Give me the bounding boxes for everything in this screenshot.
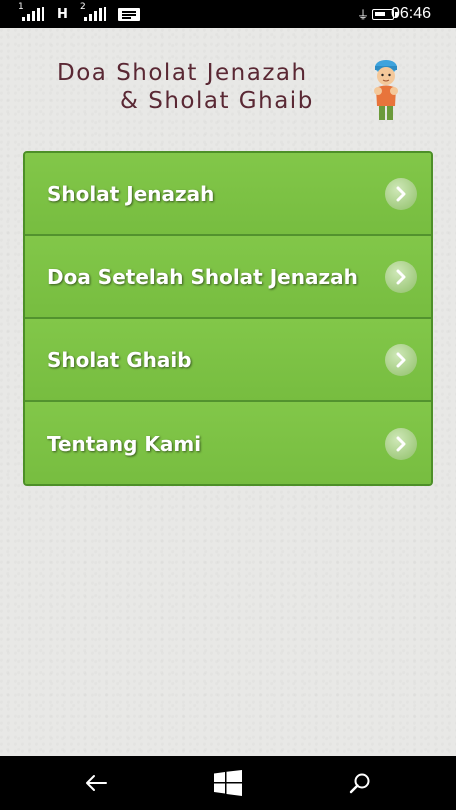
chevron-right-icon xyxy=(385,343,417,376)
menu-item-label: Tentang Kami xyxy=(47,431,202,456)
battery-charging-icon: ⏚ xyxy=(357,0,399,28)
sim2-label: 2 xyxy=(80,2,86,12)
network-type-label: H xyxy=(57,6,68,22)
signal-icon: 2 xyxy=(80,0,106,28)
menu-item-tentang-kami[interactable]: Tentang Kami xyxy=(25,402,431,484)
menu-item-label: Doa Setelah Sholat Jenazah xyxy=(47,264,358,289)
network-type: H xyxy=(57,0,68,28)
menu-item-sholat-jenazah[interactable]: Sholat Jenazah xyxy=(25,153,431,236)
menu-item-label: Sholat Ghaib xyxy=(47,347,192,372)
sim1-label: 1 xyxy=(18,2,24,12)
app-title-line1: Doa Sholat Jenazah xyxy=(57,60,308,86)
app-header: Doa Sholat Jenazah & Sholat Ghaib xyxy=(0,28,456,138)
message-icon xyxy=(118,0,140,28)
windows-start-icon xyxy=(214,770,242,796)
mascot-praying-boy-icon xyxy=(374,60,398,120)
clock: 06:46 xyxy=(391,0,431,28)
menu-item-doa-setelah-sholat-jenazah[interactable]: Doa Setelah Sholat Jenazah xyxy=(25,236,431,319)
chevron-right-icon xyxy=(385,177,417,210)
start-button[interactable] xyxy=(198,756,258,810)
menu-item-sholat-ghaib[interactable]: Sholat Ghaib xyxy=(25,319,431,402)
app-title-line2: & Sholat Ghaib xyxy=(120,88,314,114)
search-button[interactable] xyxy=(330,756,390,810)
menu-item-label: Sholat Jenazah xyxy=(47,181,215,206)
status-bar: 1 H 2 ⏚ 06:46 xyxy=(0,0,456,28)
chevron-right-icon xyxy=(385,260,417,293)
back-button[interactable] xyxy=(66,756,126,810)
back-icon xyxy=(86,775,107,791)
system-nav-bar xyxy=(0,756,456,810)
signal-icon: 1 xyxy=(18,0,44,28)
search-icon xyxy=(349,773,370,794)
app-content: Doa Sholat Jenazah & Sholat Ghaib Sholat… xyxy=(0,28,456,756)
main-menu: Sholat Jenazah Doa Setelah Sholat Jenaza… xyxy=(23,151,433,486)
chevron-right-icon xyxy=(385,427,417,460)
status-time: 06:46 xyxy=(391,5,432,22)
